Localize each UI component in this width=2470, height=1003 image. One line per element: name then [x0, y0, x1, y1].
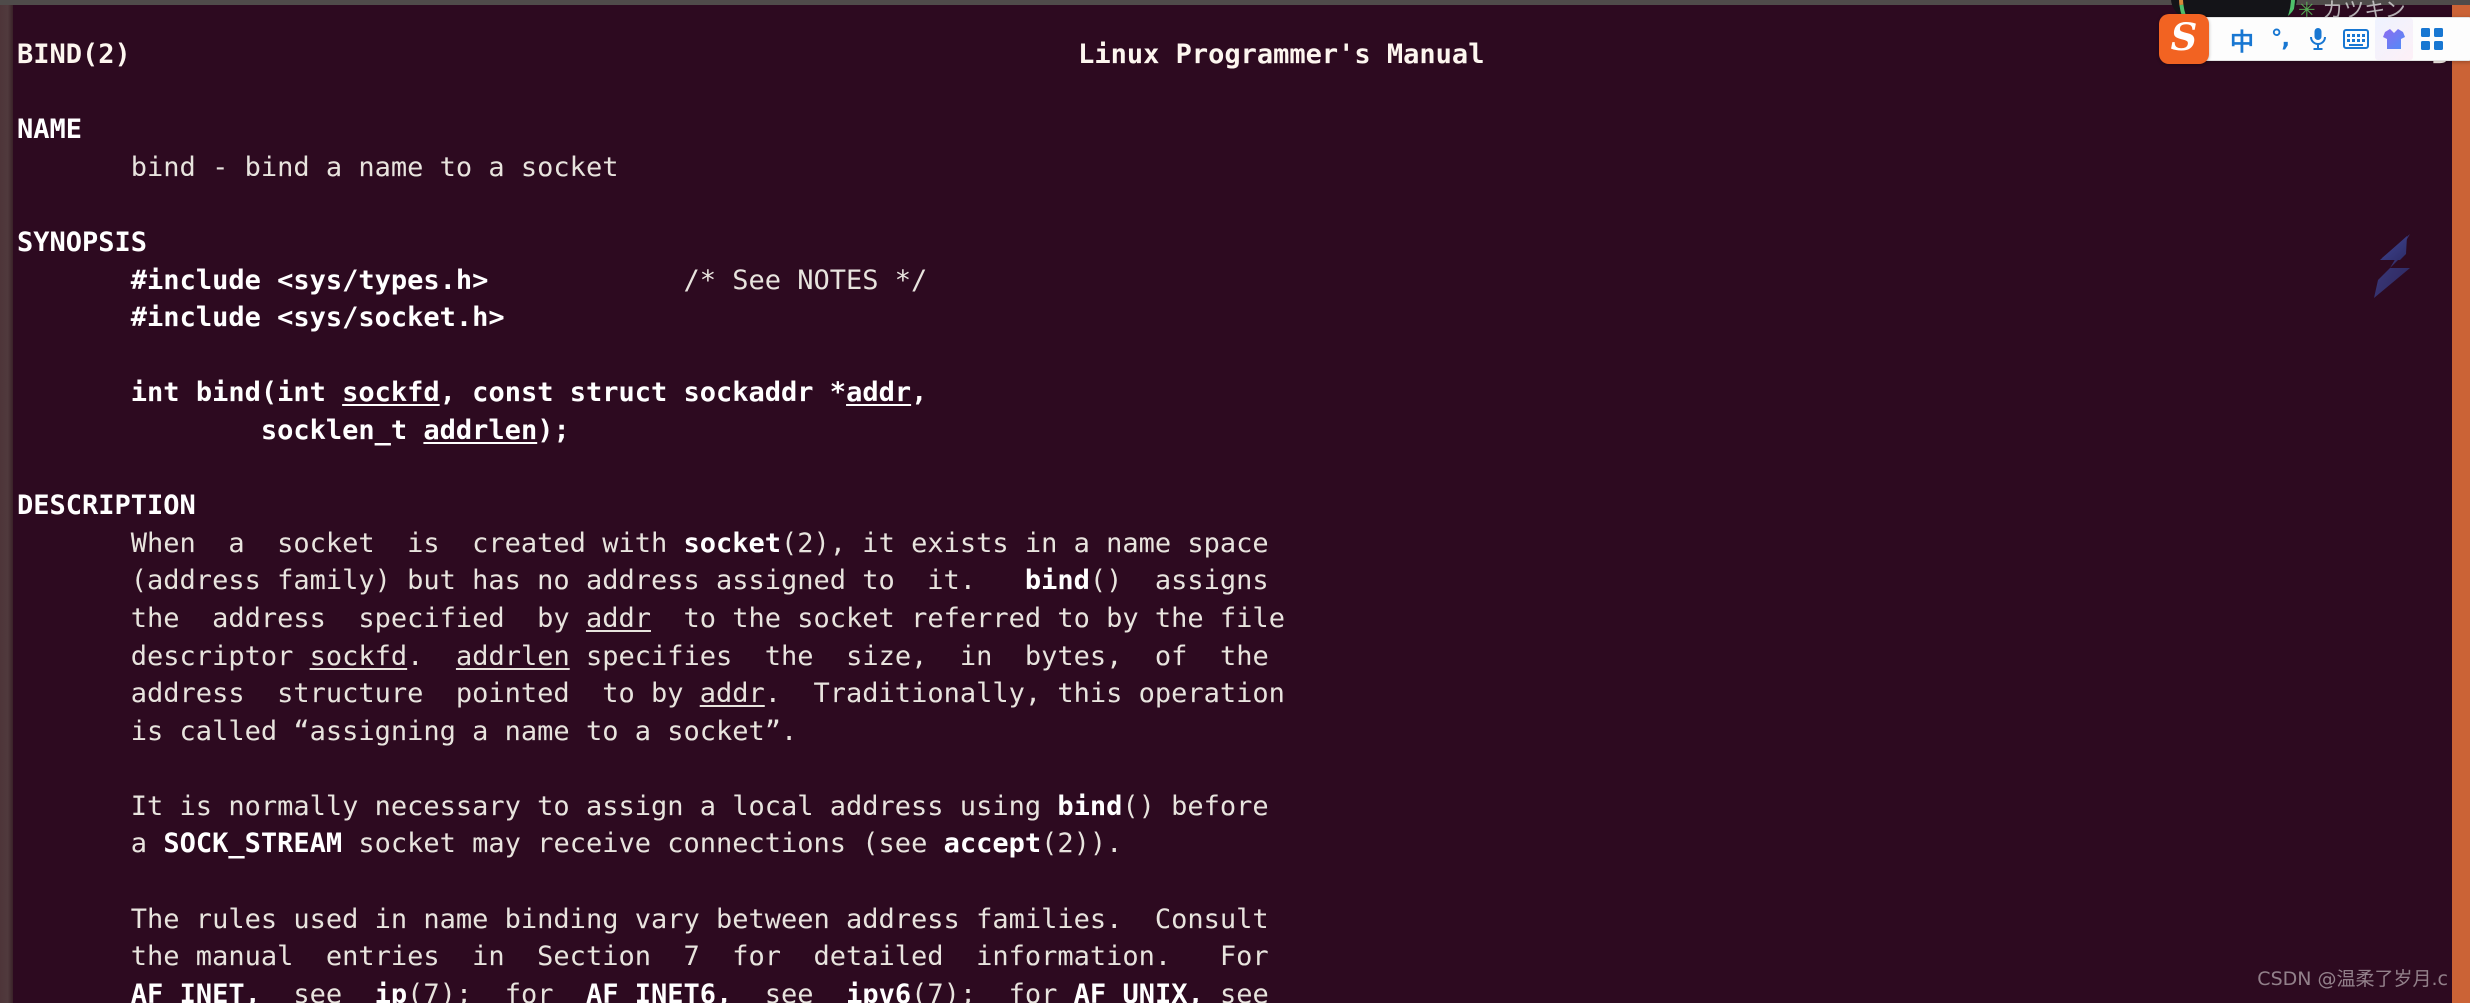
manpage-line: When a socket is created with socket(2),…: [17, 527, 1269, 559]
window-top-edge: [0, 0, 2470, 5]
terminal-window[interactable]: BIND(2)Linux Programmer's ManualB NAME b…: [0, 0, 2470, 1003]
skin-tshirt-icon[interactable]: [2375, 18, 2413, 60]
manpage-line: the manual entries in Section 7 for deta…: [17, 941, 1269, 973]
manpage-line: address structure pointed to by addr. Tr…: [17, 678, 1285, 710]
manpage-line-prototype-1: int bind(int sockfd, const struct sockad…: [130, 377, 928, 409]
manpage-header-left: BIND(2): [17, 39, 131, 70]
soft-keyboard-icon[interactable]: [2337, 18, 2375, 60]
ime-punctuation-mode-button[interactable]: °,: [2261, 18, 2299, 60]
scrollbar-thumb[interactable]: [2452, 0, 2470, 1003]
manpage-content: BIND(2)Linux Programmer's ManualB NAME b…: [13, 32, 2448, 1003]
section-heading-description: DESCRIPTION: [17, 490, 196, 522]
manpage-line: AF_INET, see ip(7); for AF_INET6, see ip…: [130, 978, 1269, 1003]
ime-input-mode-button[interactable]: 中: [2223, 18, 2261, 60]
manpage-line: a SOCK_STREAM socket may receive connect…: [17, 828, 1123, 860]
terminal-scrollbar[interactable]: [2448, 0, 2470, 1003]
manpage-line: It is normally necessary to assign a loc…: [17, 790, 1269, 822]
manpage-line: is called “assigning a name to a socket”…: [17, 715, 798, 747]
toolbox-grid-icon[interactable]: [2413, 18, 2451, 60]
microphone-icon[interactable]: [2299, 18, 2337, 60]
manpage-line: bind - bind a name to a socket: [17, 151, 619, 183]
manpage-line-prototype-2: socklen_t addrlen);: [260, 414, 570, 446]
manpage-line: (address family) but has no address assi…: [17, 565, 1269, 597]
window-left-edge: [0, 0, 13, 1003]
manpage-line-include-types: #include <sys/types.h> /* See NOTES */: [130, 264, 928, 296]
sogou-ime-toolbar[interactable]: S 中 °,: [2159, 14, 2470, 64]
manpage-header-center: Linux Programmer's Manual: [1078, 39, 1485, 70]
manpage-line-include-socket: #include <sys/socket.h>: [130, 302, 505, 334]
manpage-line: The rules used in name binding vary betw…: [17, 903, 1269, 935]
manpage-line: descriptor sockfd. addrlen specifies the…: [17, 640, 1269, 672]
manpage-line: the address specified by addr to the soc…: [17, 602, 1285, 634]
sogou-logo-icon[interactable]: S: [2159, 14, 2209, 64]
manpage-header: BIND(2)Linux Programmer's ManualB: [17, 36, 2448, 74]
section-heading-name: NAME: [17, 114, 83, 146]
section-heading-synopsis: SYNOPSIS: [17, 226, 148, 258]
